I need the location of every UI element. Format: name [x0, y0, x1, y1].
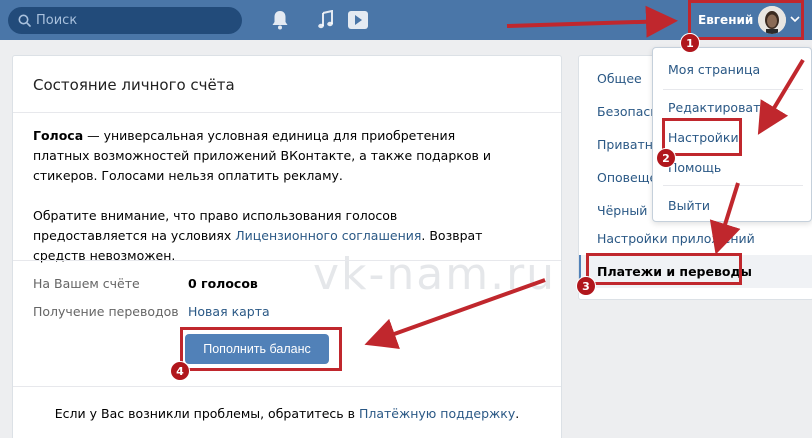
- arrow-to-user-menu: [506, 5, 678, 38]
- arrow-to-top-up: [364, 278, 546, 349]
- annotation-arrows: [364, 5, 805, 349]
- step-badge-4: 4: [170, 361, 190, 381]
- step-badge-3: 3: [576, 276, 596, 296]
- arrow-to-settings: [757, 58, 805, 135]
- step-badge-2: 2: [656, 148, 676, 168]
- step-badge-1: 1: [680, 33, 700, 53]
- arrow-to-payments: [709, 182, 741, 255]
